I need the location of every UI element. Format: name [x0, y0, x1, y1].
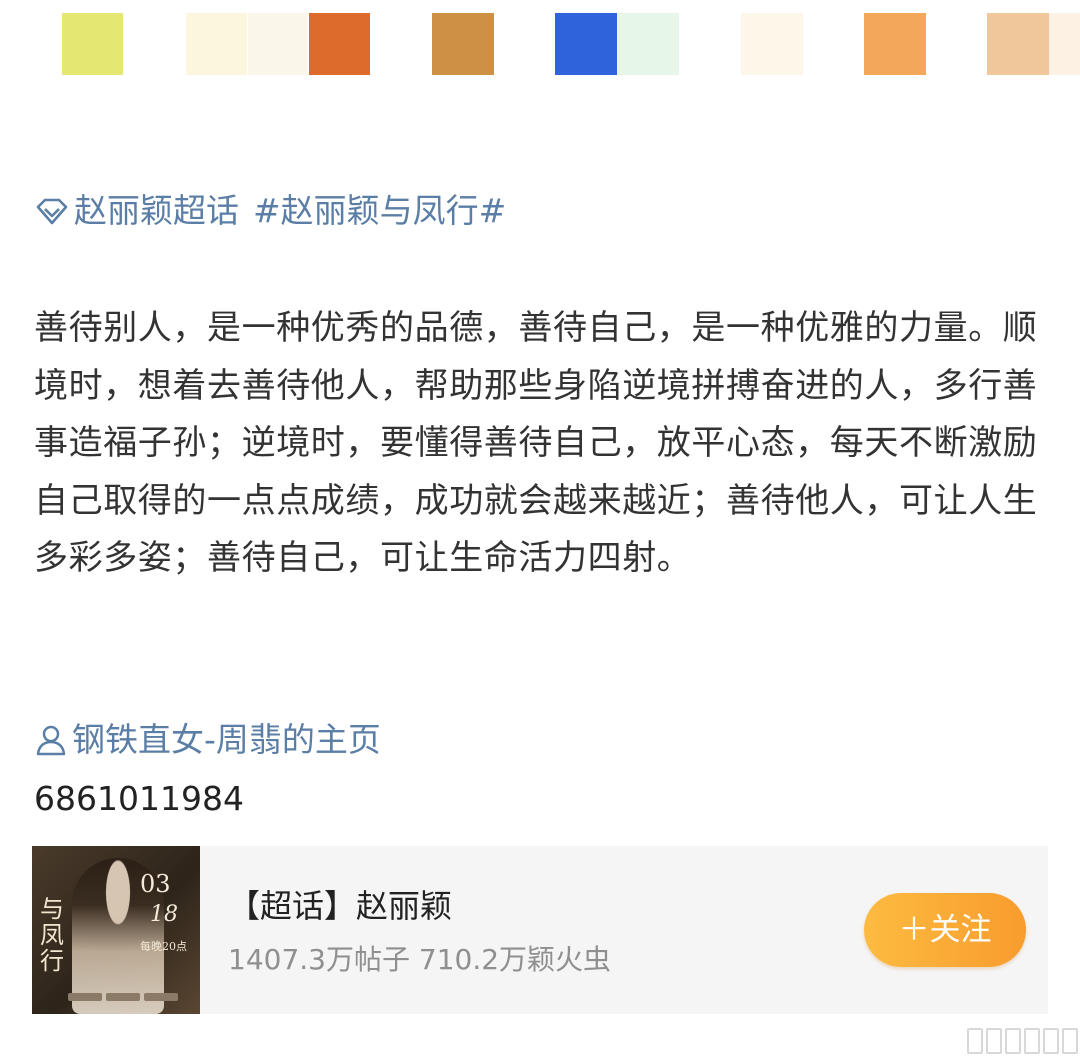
watermark-logo [938, 1026, 1078, 1056]
cover-schedule: 每晚20点 [140, 940, 187, 953]
cover-platform-logos [68, 986, 188, 1002]
supertopic-card-stats: 1407.3万帖子 710.2万颖火虫 [228, 943, 612, 976]
color-swatch [432, 13, 494, 75]
color-swatch [741, 13, 803, 75]
follow-button[interactable]: ＋关注 [864, 893, 1026, 967]
supertopic-cover-image: 与凤行 03 18 每晚20点 [32, 846, 200, 1014]
diamond-icon [36, 198, 68, 225]
hashtag-link[interactable]: #赵丽颖与凤行# [253, 185, 506, 237]
user-homepage-link[interactable]: 钢铁直女-周翡的主页 [34, 715, 381, 765]
topic-line: 赵丽颖超话 #赵丽颖与凤行# [34, 185, 506, 237]
color-swatch [1049, 13, 1080, 75]
color-swatch [987, 13, 1049, 75]
color-swatch [309, 13, 370, 75]
user-link-label[interactable]: 钢铁直女-周翡的主页 [72, 715, 381, 765]
cover-date-month: 03 [140, 870, 171, 898]
cover-title: 与凤行 [40, 895, 64, 975]
color-swatch [62, 13, 123, 75]
color-swatch [617, 13, 679, 75]
color-swatch-row [0, 0, 1080, 76]
supertopic-card-title[interactable]: 【超话】赵丽颖 [228, 884, 452, 928]
supertopic-link[interactable]: 赵丽颖超话 [74, 185, 239, 237]
color-swatch [248, 13, 308, 75]
user-id: 6861011984 [34, 779, 244, 818]
post-text: 善待别人，是一种优秀的品德，善待自己，是一种优雅的力量。顺境时，想着去善待他人，… [34, 308, 1038, 578]
color-swatch [864, 13, 926, 75]
cover-date-day: 18 [150, 902, 178, 927]
supertopic-card[interactable]: 与凤行 03 18 每晚20点 【超话】赵丽颖 1407.3万帖子 710.2万… [32, 846, 1048, 1014]
user-icon [36, 725, 66, 756]
color-swatch [555, 13, 617, 75]
color-swatch [186, 13, 247, 75]
